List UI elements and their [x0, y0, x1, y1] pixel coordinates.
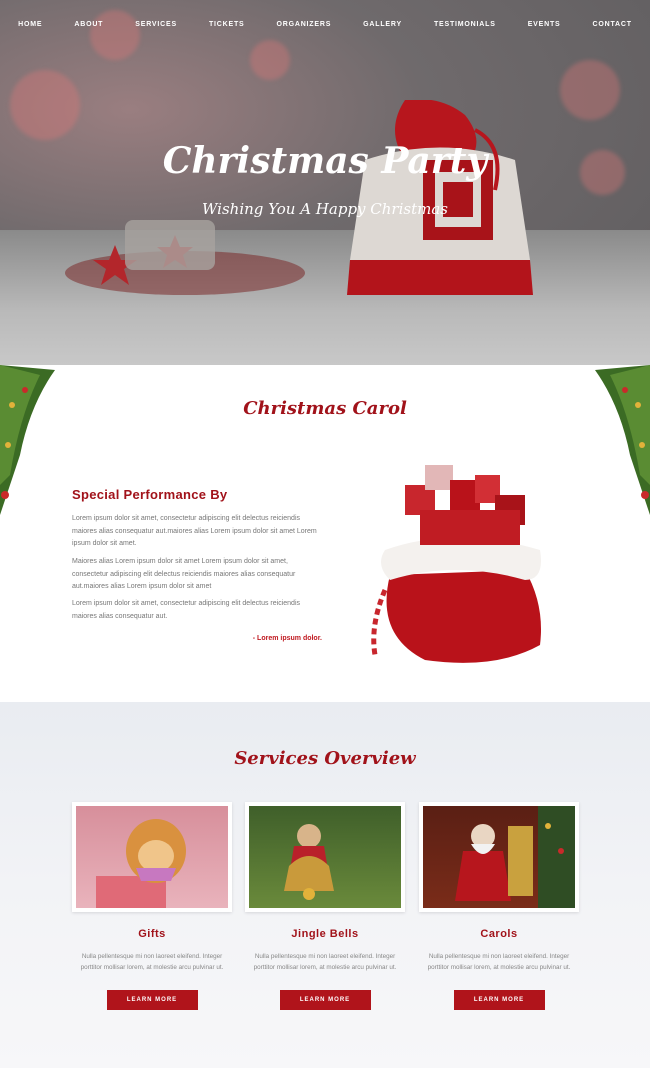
hero-banner: HOME ABOUT SERVICES TICKETS ORGANIZERS G…	[0, 0, 650, 365]
main-nav: HOME ABOUT SERVICES TICKETS ORGANIZERS G…	[0, 21, 650, 28]
card-title: Carols	[480, 928, 518, 940]
nav-events[interactable]: EVENTS	[512, 21, 577, 28]
services-title: Services Overview	[234, 748, 416, 769]
star-ornaments-image	[65, 220, 305, 295]
learn-more-button[interactable]: LEARN MORE	[106, 990, 198, 1010]
learn-more-button[interactable]: LEARN MORE	[453, 990, 545, 1010]
carol-paragraph: Lorem ipsum dolor sit amet, consectetur …	[72, 515, 317, 547]
carol-title: Christmas Carol	[243, 398, 407, 419]
nav-organizers[interactable]: ORGANIZERS	[261, 21, 348, 28]
jingle-bells-image	[245, 802, 405, 912]
carol-signature: - Lorem ipsum dolor.	[252, 635, 322, 642]
carol-paragraph: Maiores alias Lorem ipsum dolor sit amet…	[72, 558, 296, 590]
card-title: Jingle Bells	[291, 928, 359, 940]
bokeh-light	[560, 60, 620, 120]
nav-contact[interactable]: CONTACT	[577, 21, 648, 28]
card-text: Nulla pellentesque mi non laoreet eleife…	[80, 953, 224, 971]
nav-services[interactable]: SERVICES	[119, 21, 193, 28]
services-section: Services Overview Gifts Nulla pellentesq…	[0, 702, 650, 1068]
nav-about[interactable]: ABOUT	[58, 21, 119, 28]
carol-paragraph: Lorem ipsum dolor sit amet, consectetur …	[72, 600, 300, 620]
card-text: Nulla pellentesque mi non laoreet eleife…	[427, 953, 571, 971]
carols-image	[419, 802, 579, 912]
nav-home[interactable]: HOME	[2, 21, 58, 28]
card-title: Gifts	[138, 928, 166, 940]
nav-testimonials[interactable]: TESTIMONIALS	[418, 21, 512, 28]
nav-tickets[interactable]: TICKETS	[193, 21, 261, 28]
gift-bag-image	[347, 100, 533, 295]
service-card-gifts: Gifts Nulla pellentesque mi non laoreet …	[72, 802, 232, 1010]
gifts-image	[72, 802, 232, 912]
service-card-carols: Carols Nulla pellentesque mi non laoreet…	[419, 802, 579, 1010]
performance-title: Special Performance By	[72, 487, 228, 502]
bokeh-light	[90, 10, 140, 60]
santa-sack-image	[371, 465, 541, 663]
hero-title: Christmas Party	[162, 140, 488, 182]
pine-garland-right	[595, 365, 650, 515]
bokeh-light	[10, 70, 80, 140]
card-text: Nulla pellentesque mi non laoreet eleife…	[253, 953, 397, 971]
learn-more-button[interactable]: LEARN MORE	[279, 990, 371, 1010]
bokeh-light	[250, 40, 290, 80]
service-card-jingle-bells: Jingle Bells Nulla pellentesque mi non l…	[245, 802, 405, 1010]
pine-garland-left	[0, 365, 55, 515]
carol-section: Christmas Carol Special Performance By L…	[0, 365, 650, 702]
hero-subtitle: Wishing You A Happy Christmas	[202, 200, 448, 218]
nav-gallery[interactable]: GALLERY	[347, 21, 418, 28]
